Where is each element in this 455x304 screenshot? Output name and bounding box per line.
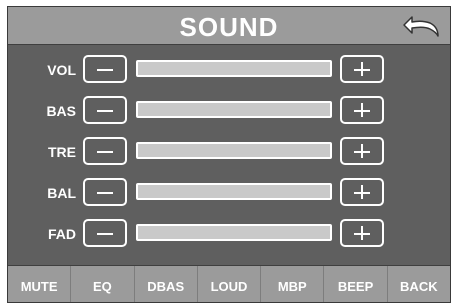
- minus-icon: [97, 151, 113, 153]
- page-title: SOUND: [179, 12, 279, 42]
- bal-increase-button[interactable]: [340, 178, 384, 206]
- row-bas: BAS: [8, 96, 450, 126]
- tab-back[interactable]: BACK: [388, 266, 450, 302]
- row-bal: BAL: [8, 178, 450, 208]
- row-label-vol: VOL: [47, 62, 76, 78]
- tab-loud[interactable]: LOUD: [198, 266, 262, 302]
- minus-icon: [97, 110, 113, 112]
- back-arrow-icon[interactable]: [400, 11, 444, 41]
- fad-decrease-button[interactable]: [83, 219, 127, 247]
- header-bar: SOUND: [8, 7, 450, 45]
- row-label-bas: BAS: [46, 103, 76, 119]
- minus-icon: [97, 192, 113, 194]
- bal-decrease-button[interactable]: [83, 178, 127, 206]
- tab-dbas[interactable]: DBAS: [135, 266, 198, 302]
- tre-increase-button[interactable]: [340, 137, 384, 165]
- row-label-tre: TRE: [48, 144, 76, 160]
- row-tre: TRE: [8, 137, 450, 167]
- vol-decrease-button[interactable]: [83, 55, 127, 83]
- minus-icon: [97, 233, 113, 235]
- vol-increase-button[interactable]: [340, 55, 384, 83]
- tab-eq[interactable]: EQ: [71, 266, 135, 302]
- bas-level-bar[interactable]: [136, 101, 332, 118]
- bas-decrease-button[interactable]: [83, 96, 127, 124]
- row-label-bal: BAL: [47, 185, 76, 201]
- row-vol: VOL: [8, 55, 450, 85]
- vol-level-bar[interactable]: [136, 60, 332, 77]
- bal-level-bar[interactable]: [136, 183, 332, 200]
- minus-icon: [97, 69, 113, 71]
- bottom-tab-bar: MUTE EQ DBAS LOUD MBP BEEP BACK: [8, 265, 450, 302]
- bas-increase-button[interactable]: [340, 96, 384, 124]
- row-label-fad: FAD: [48, 226, 76, 242]
- tre-decrease-button[interactable]: [83, 137, 127, 165]
- sound-screen: SOUND VOL BAS TRE BAL FAD MUTE EQ DBAS L…: [7, 6, 451, 303]
- sound-settings-list: VOL BAS TRE BAL FAD: [8, 45, 450, 263]
- fad-level-bar[interactable]: [136, 224, 332, 241]
- tab-beep[interactable]: BEEP: [324, 266, 388, 302]
- row-fad: FAD: [8, 219, 450, 249]
- tre-level-bar[interactable]: [136, 142, 332, 159]
- tab-mbp[interactable]: MBP: [261, 266, 325, 302]
- tab-mute[interactable]: MUTE: [8, 266, 72, 302]
- fad-increase-button[interactable]: [340, 219, 384, 247]
